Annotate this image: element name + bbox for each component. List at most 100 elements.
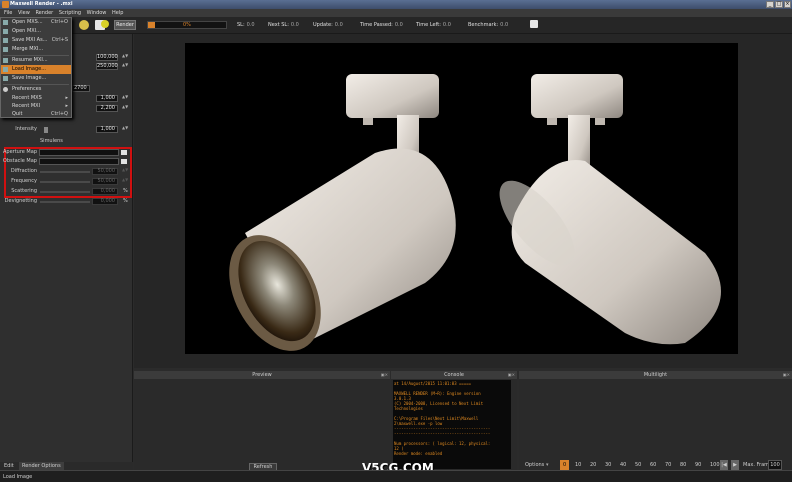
bottom-tabs: Edit Render Options — [0, 462, 133, 470]
value-field[interactable]: 250,000 — [96, 63, 118, 70]
progress-percent: 0% — [183, 22, 191, 28]
scale-tick-label: 40 — [620, 462, 627, 468]
spin-arrows-icon[interactable]: ▲▼ — [122, 54, 128, 61]
menu-window[interactable]: Window — [87, 9, 107, 17]
console-panel: Console ▣× at 14/August/2015 11:01:03 ==… — [391, 371, 517, 471]
menu-item-save-image[interactable]: Save Image... — [1, 74, 71, 83]
minimize-button[interactable]: _ — [766, 1, 774, 8]
scattering-field[interactable]: 0,000 — [92, 188, 118, 195]
menu-item-quit[interactable]: Quit Ctrl+Q — [1, 110, 71, 118]
open-icon[interactable] — [79, 20, 89, 30]
aperture-map-field[interactable] — [39, 149, 119, 156]
toolbar: Render 0% SL: 0.0 Next SL: 0.0 Update: 0.0 … — [0, 17, 792, 34]
app-logo-icon — [2, 1, 9, 8]
render-image[interactable] — [185, 43, 738, 354]
spotlight-render — [229, 74, 721, 351]
dropdown-arrow-icon[interactable]: ▾ — [546, 460, 549, 470]
stat-time-left: Time Left: 0.0 — [416, 22, 451, 28]
gear-icon — [3, 87, 8, 92]
tab-render-options[interactable]: Render Options — [19, 462, 64, 470]
close-button[interactable]: × — [784, 1, 791, 8]
scattering-label: Scattering — [11, 188, 37, 194]
frequency-label: Frequency — [11, 178, 37, 184]
intensity-field[interactable]: 1,000 — [96, 126, 118, 133]
panel-controls-icon[interactable]: ▣× — [381, 372, 388, 378]
render-progress-bar: 0% — [147, 21, 227, 29]
title-bar: Maxwell Render - .mxi _ □ × — [0, 0, 792, 9]
simulens-title: Simulens — [40, 138, 63, 144]
status-text: Load Image — [3, 474, 33, 480]
obstacle-map-field[interactable] — [39, 158, 119, 165]
console-output[interactable]: at 14/August/2015 11:01:03 ===== MAXWELL… — [393, 380, 511, 469]
spin-arrows-icon[interactable]: ▲▼ — [122, 63, 128, 70]
menu-item-resume-mxi[interactable]: Resume MXI... — [1, 56, 71, 65]
menu-scripting[interactable]: Scripting — [59, 9, 81, 17]
diffraction-field[interactable]: 50,000 — [92, 168, 118, 175]
multilight-controls: Options ▾ 0 10 20 30 40 50 60 70 80 90 100 |◀ ▶ Ma… — [522, 460, 787, 470]
menu-bar: File View Render Scripting Window Help — [0, 9, 792, 17]
menu-item-open-mxs[interactable]: Open MXS... Ctrl+O — [1, 18, 71, 27]
scale-tick-label: 80 — [680, 462, 687, 468]
intensity-row: Intensity 1,000 ▲▼ — [0, 125, 133, 134]
spin-arrows-icon[interactable]: ▲▼ — [122, 126, 128, 133]
value-field[interactable]: 2,200 — [96, 105, 118, 112]
frequency-row: Frequency 50,000 ▲▼ — [0, 177, 133, 186]
render-button[interactable]: Render — [114, 20, 136, 30]
preview-panel: Preview ▣× Refresh — [134, 371, 390, 471]
intensity-label: Intensity — [15, 126, 37, 132]
panel-controls-icon[interactable]: ▣× — [783, 372, 790, 378]
menu-file[interactable]: File — [4, 9, 12, 17]
play-button[interactable]: ▶ — [731, 460, 739, 470]
frequency-field[interactable]: 50,000 — [92, 178, 118, 185]
resume-icon — [3, 58, 8, 63]
multilight-title: Multilight — [519, 371, 792, 379]
scattering-unit: % — [123, 188, 128, 194]
devignetting-slider[interactable] — [40, 201, 90, 203]
menu-help[interactable]: Help — [112, 9, 123, 17]
tab-edit[interactable]: Edit — [4, 462, 14, 470]
spin-arrows-icon[interactable]: ▲▼ — [122, 105, 128, 112]
stat-benchmark: Benchmark: 0.0 — [468, 22, 509, 28]
max-frames-field[interactable]: 100 — [768, 460, 782, 470]
spin-arrows-icon[interactable]: ▲▼ — [122, 95, 128, 102]
file-icon — [3, 20, 8, 25]
folder-icon[interactable] — [121, 150, 127, 155]
window-title: Maxwell Render - .mxi — [10, 1, 73, 7]
diffraction-slider[interactable] — [40, 171, 90, 173]
devignetting-field[interactable]: 0,000 — [92, 198, 118, 205]
folder-icon[interactable] — [121, 159, 127, 164]
menu-item-save-mxi[interactable]: Save MXI As... Ctrl+S — [1, 36, 71, 45]
merge-icon — [3, 47, 8, 52]
frequency-slider[interactable] — [40, 181, 90, 183]
menu-render[interactable]: Render — [35, 9, 53, 17]
options-button[interactable]: Options — [525, 460, 544, 470]
teapot-icon[interactable] — [101, 20, 109, 28]
flag-icon[interactable] — [530, 20, 538, 28]
scale-tick-label: 30 — [605, 462, 612, 468]
stat-time-passed: Time Passed: 0.0 — [360, 22, 403, 28]
diffraction-row: Diffraction 50,000 ▲▼ — [0, 167, 133, 176]
menu-item-merge-mxi[interactable]: Merge MXI... — [1, 45, 71, 54]
scale-tick-label: 20 — [590, 462, 597, 468]
scale-tick-label: 90 — [695, 462, 702, 468]
spin-arrows-icon[interactable]: ▲▼ — [122, 168, 128, 175]
maximize-button[interactable]: □ — [775, 1, 783, 8]
scattering-slider[interactable] — [40, 191, 90, 193]
menu-view[interactable]: View — [18, 9, 30, 17]
intensity-slider-knob[interactable] — [44, 127, 48, 133]
skip-back-button[interactable]: |◀ — [720, 460, 728, 470]
render-viewport — [134, 34, 792, 368]
menu-item-open-mxi[interactable]: Open MXI... — [1, 27, 71, 36]
file-icon — [3, 29, 8, 34]
obstacle-map-label: Obstacle Map — [2, 158, 37, 164]
combo-box[interactable]: 2700 — [72, 85, 90, 92]
preview-title: Preview — [134, 371, 390, 379]
panel-controls-icon[interactable]: ▣× — [508, 372, 515, 378]
value-field[interactable]: 100,000 — [96, 54, 118, 61]
scattering-row: Scattering 0,000 % — [0, 187, 133, 196]
menu-item-load-image[interactable]: Load Image... — [1, 65, 71, 74]
value-field[interactable]: 1,000 — [96, 95, 118, 102]
image-icon — [3, 67, 8, 72]
menu-item-preferences[interactable]: Preferences — [1, 85, 71, 94]
spin-arrows-icon[interactable]: ▲▼ — [122, 178, 128, 185]
